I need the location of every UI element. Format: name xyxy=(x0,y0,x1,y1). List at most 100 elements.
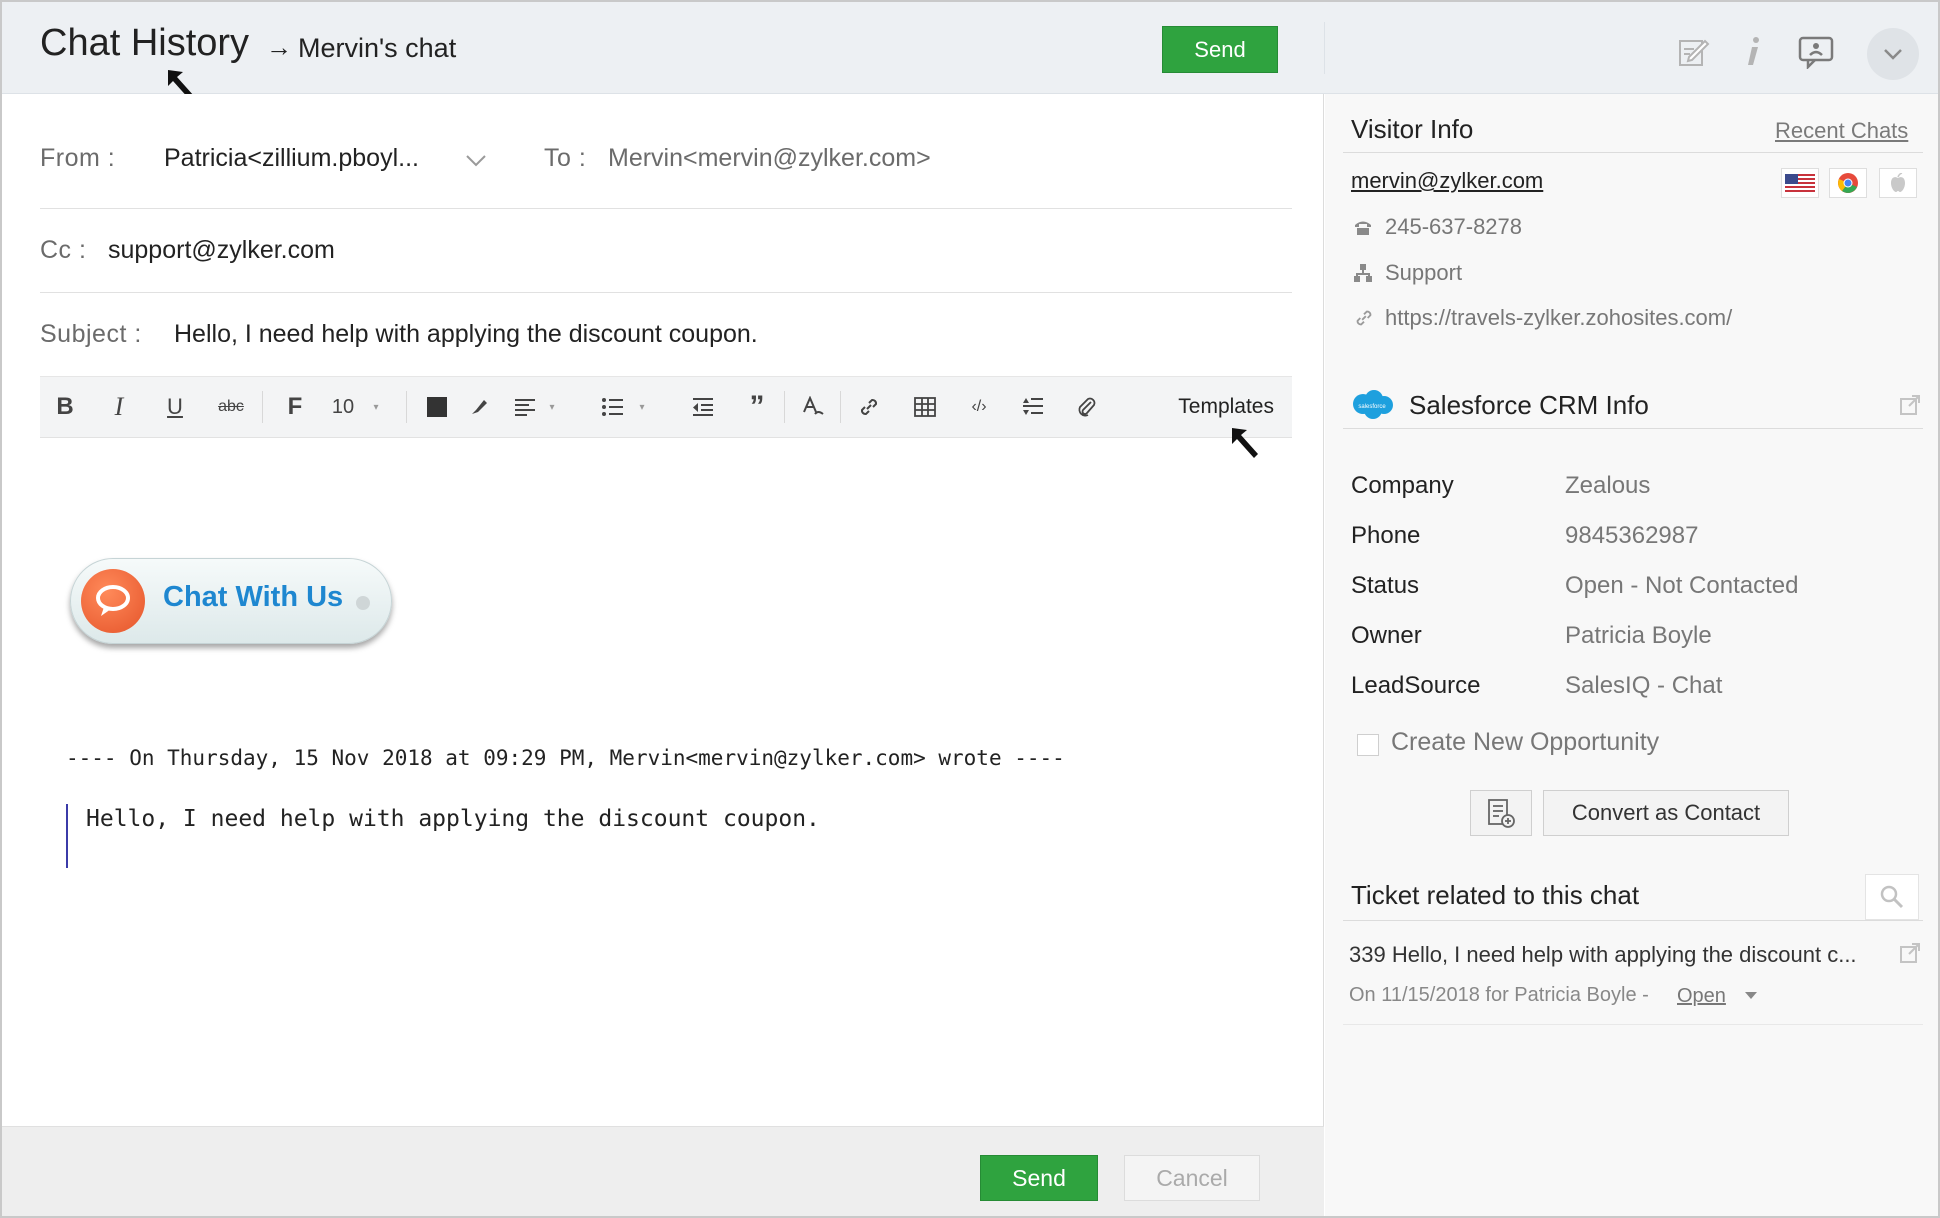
chat-with-us-button[interactable]: Chat With Us xyxy=(70,558,392,644)
create-opportunity-checkbox[interactable] xyxy=(1357,734,1379,756)
highlight-icon[interactable] xyxy=(464,387,494,427)
chevron-down-icon[interactable] xyxy=(1867,28,1919,80)
header-divider xyxy=(1324,22,1325,74)
text-color-icon[interactable] xyxy=(422,387,452,427)
from-label: From : xyxy=(40,144,116,172)
templates-button[interactable]: Templates xyxy=(1178,395,1274,419)
visitor-phone-row: 245-637-8278 xyxy=(1353,214,1522,240)
table-icon[interactable] xyxy=(910,387,940,427)
to-field[interactable]: Mervin<mervin@zylker.com> xyxy=(608,144,931,173)
send-button-top[interactable]: Send xyxy=(1162,26,1278,73)
phone-icon xyxy=(1353,218,1379,236)
chat-transcript-icon[interactable] xyxy=(1796,32,1836,72)
line-height-icon[interactable] xyxy=(1018,387,1048,427)
recent-chats-link[interactable]: Recent Chats xyxy=(1775,118,1908,144)
compose-footer: Send Cancel xyxy=(2,1126,1324,1216)
page-title: Chat History xyxy=(40,22,250,64)
toolbar-separator xyxy=(406,391,407,423)
app-window: Chat History → Mervin's chat Send From :… xyxy=(0,0,1940,1218)
ticket-section-title: Ticket related to this chat xyxy=(1351,880,1640,910)
visitor-info-title: Visitor Info xyxy=(1351,114,1474,144)
visitor-sidebar: Visitor Info Recent Chats mervin@zylker.… xyxy=(1325,94,1938,1216)
caret-down-icon[interactable]: ▾ xyxy=(546,387,558,427)
chevron-down-icon[interactable] xyxy=(464,152,488,173)
strikethrough-button[interactable]: abc xyxy=(214,387,248,427)
cancel-button[interactable]: Cancel xyxy=(1124,1155,1260,1201)
add-document-icon xyxy=(1488,799,1515,828)
search-icon xyxy=(1880,885,1904,909)
breadcrumb-arrow: → xyxy=(266,32,292,62)
ticket-status-link[interactable]: Open xyxy=(1677,985,1726,1008)
outdent-icon[interactable] xyxy=(688,387,718,427)
ticket-item-meta: On 11/15/2018 for Patricia Boyle - xyxy=(1349,984,1649,1006)
divider xyxy=(1343,428,1923,429)
crm-value: Patricia Boyle xyxy=(1565,622,1712,649)
crm-key: Status xyxy=(1351,572,1420,599)
blockquote-icon[interactable]: ” xyxy=(742,387,772,427)
bullet-list-icon[interactable] xyxy=(598,387,628,427)
chat-with-us-label: Chat With Us xyxy=(163,581,344,613)
divider xyxy=(1343,1024,1923,1025)
ticket-item-title[interactable]: 339 Hello, I need help with applying the… xyxy=(1349,942,1857,968)
caret-down-icon[interactable] xyxy=(1745,992,1757,999)
code-view-icon[interactable]: ‹/› xyxy=(964,387,994,427)
divider xyxy=(40,208,1292,209)
compose-panel: From : Patricia<zillium.pboyl... To : Me… xyxy=(2,94,1324,1216)
crm-key: Phone xyxy=(1351,522,1421,549)
header-bar: Chat History → Mervin's chat Send xyxy=(2,2,1938,100)
mouse-cursor-icon xyxy=(1232,428,1258,458)
visitor-department: Support xyxy=(1385,260,1463,285)
crm-value: SalesIQ - Chat xyxy=(1565,672,1723,699)
italic-button[interactable]: I xyxy=(104,387,134,427)
crm-key: Owner xyxy=(1351,622,1422,649)
compose-icon[interactable] xyxy=(1674,32,1714,72)
create-opportunity-label[interactable]: Create New Opportunity xyxy=(1391,728,1659,757)
caret-down-icon[interactable]: ▾ xyxy=(370,387,382,427)
visitor-url-row: https://travels-zylker.zohosites.com/ xyxy=(1353,305,1732,331)
editor-toolbar: B I U abc F 10 ▾ ▾ ▾ ” ‹/› Templates xyxy=(40,376,1292,438)
divider xyxy=(1343,152,1923,153)
quote-header: ---- On Thursday, 15 Nov 2018 at 09:29 P… xyxy=(66,746,1065,770)
clear-format-icon[interactable] xyxy=(798,387,828,427)
toolbar-separator xyxy=(262,391,263,423)
external-link-icon[interactable] xyxy=(1899,394,1921,421)
cc-label: Cc : xyxy=(40,236,87,264)
visitor-phone: 245-637-8278 xyxy=(1385,214,1523,239)
link-icon[interactable] xyxy=(854,387,884,427)
department-icon xyxy=(1353,263,1379,283)
crm-key: LeadSource xyxy=(1351,672,1481,699)
toolbar-separator xyxy=(840,391,841,423)
ticket-search-button[interactable] xyxy=(1865,874,1919,920)
font-size-select[interactable]: 10 xyxy=(328,387,358,427)
apple-icon xyxy=(1879,168,1917,198)
divider xyxy=(1343,920,1923,921)
svg-text:salesforce: salesforce xyxy=(1358,404,1386,410)
link-icon xyxy=(1353,307,1379,329)
salesforce-logo: salesforce xyxy=(1349,388,1395,427)
visitor-url[interactable]: https://travels-zylker.zohosites.com/ xyxy=(1385,305,1732,331)
caret-down-icon[interactable]: ▾ xyxy=(636,387,648,427)
info-icon[interactable] xyxy=(1734,32,1774,72)
visitor-department-row: Support xyxy=(1353,260,1462,286)
attachment-icon[interactable] xyxy=(1072,387,1102,427)
breadcrumb[interactable]: Mervin's chat xyxy=(298,33,456,64)
external-link-icon[interactable] xyxy=(1899,942,1921,969)
toolbar-separator xyxy=(784,391,785,423)
subject-field[interactable]: Hello, I need help with applying the dis… xyxy=(174,320,758,349)
quote-body: Hello, I need help with applying the dis… xyxy=(86,806,820,832)
divider xyxy=(40,292,1292,293)
quote-bar xyxy=(66,804,68,868)
align-icon[interactable] xyxy=(510,387,540,427)
add-note-button[interactable] xyxy=(1470,790,1532,836)
us-flag-icon xyxy=(1781,168,1819,198)
crm-value: 9845362987 xyxy=(1565,522,1699,549)
send-button[interactable]: Send xyxy=(980,1155,1098,1201)
font-family-button[interactable]: F xyxy=(280,387,310,427)
from-select[interactable]: Patricia<zillium.pboyl... xyxy=(164,144,419,173)
convert-as-contact-button[interactable]: Convert as Contact xyxy=(1543,790,1789,836)
visitor-email[interactable]: mervin@zylker.com xyxy=(1351,168,1543,194)
bold-button[interactable]: B xyxy=(50,387,80,427)
cc-field[interactable]: support@zylker.com xyxy=(108,236,335,265)
subject-label: Subject : xyxy=(40,320,142,348)
underline-button[interactable]: U xyxy=(160,387,190,427)
